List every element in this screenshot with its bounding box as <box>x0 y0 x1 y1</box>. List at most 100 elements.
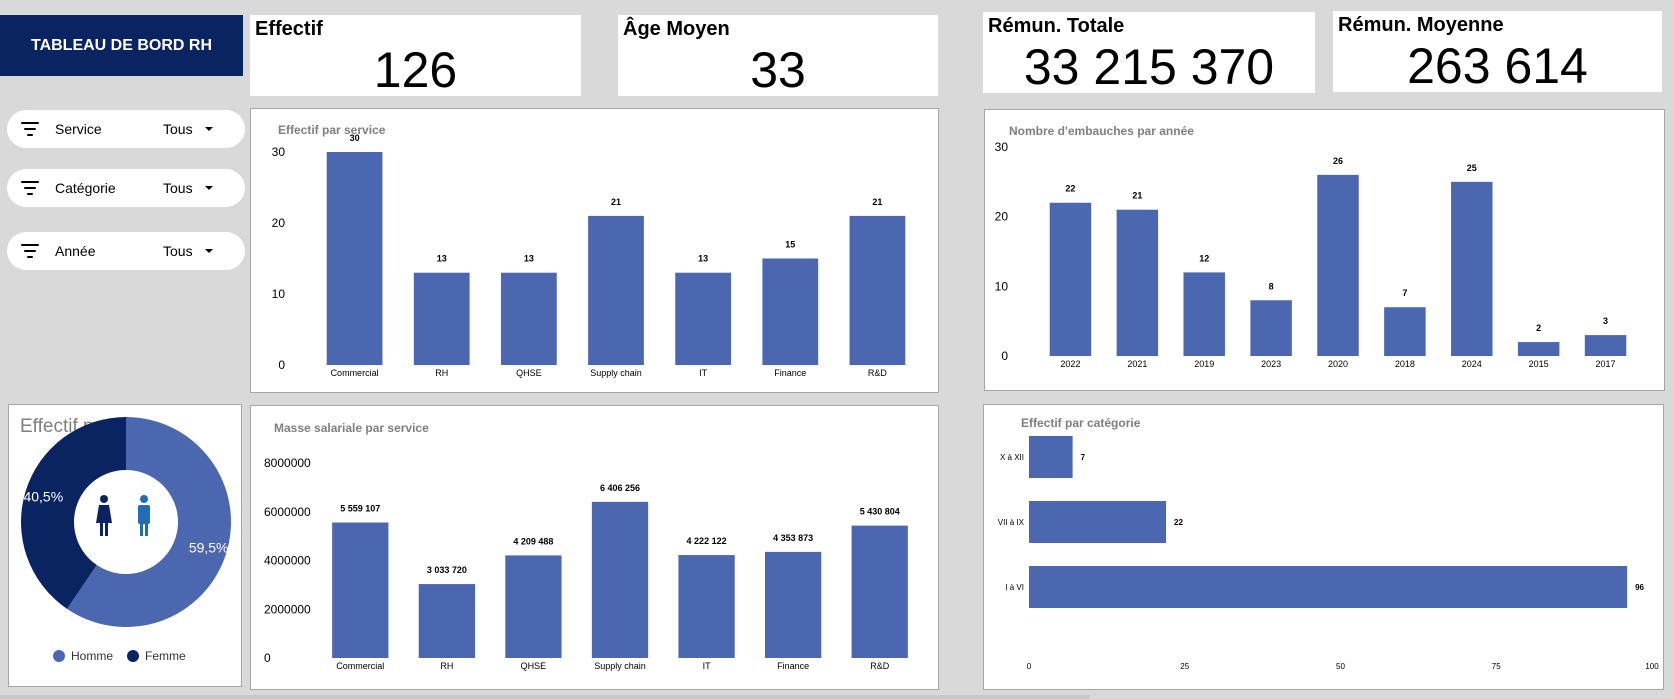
data-label: 21 <box>611 197 621 207</box>
x-tick-label: RH <box>440 661 453 671</box>
x-tick-label: IT <box>699 368 708 378</box>
data-label: 13 <box>698 254 708 264</box>
kpi-effectif-card: Effectif 126 <box>250 15 581 98</box>
kpi-remun-totale-label: Rémun. Totale <box>988 15 1125 37</box>
filter-icon <box>21 244 39 258</box>
y-tick-label: 30 <box>272 145 286 159</box>
data-label: 96 <box>1635 583 1644 592</box>
filter-categorie[interactable]: Catégorie Tous <box>7 169 245 207</box>
x-tick-label: 75 <box>1492 662 1501 671</box>
legend-marker-femme <box>127 650 139 662</box>
data-label: 26 <box>1333 156 1343 166</box>
bar-2017 <box>1584 335 1627 356</box>
bar-rh <box>418 584 475 658</box>
filter-service-value[interactable]: Tous <box>163 121 193 137</box>
bar-commercial <box>332 522 389 658</box>
data-label: 7 <box>1081 453 1086 462</box>
bar-2020 <box>1317 174 1359 356</box>
kpi-remun-totale-value: 33 215 370 <box>1023 39 1275 95</box>
legend-label-homme: Homme <box>71 649 113 663</box>
bar-x-xii <box>1029 436 1073 478</box>
kpi-age-card: Âge Moyen 33 <box>618 15 938 98</box>
bar-i-vi <box>1029 566 1628 608</box>
y-tick-label: 20 <box>272 216 286 230</box>
data-label: 5 559 107 <box>340 503 380 513</box>
chevron-down-icon[interactable] <box>205 127 213 131</box>
data-label: 7 <box>1402 288 1407 298</box>
y-tick-label: 0 <box>264 651 271 665</box>
y-tick-label: X à XII <box>1000 453 1024 462</box>
bar-vii-ix <box>1029 501 1167 543</box>
bar-finance <box>762 258 819 365</box>
x-tick-label: 25 <box>1180 662 1189 671</box>
horizontal-scrollbar[interactable] <box>0 695 1090 699</box>
chevron-down-icon[interactable] <box>205 249 213 253</box>
chart-embauches-annee: 0 10 20 30 22 2022 21 2021 12 2019 8 2023 26 2020 7 201… <box>995 140 1627 369</box>
y-tick-label: 4000000 <box>264 554 311 568</box>
data-label: 4 222 122 <box>687 536 727 546</box>
bar-it <box>678 555 735 658</box>
bar-supply-chain <box>591 501 649 658</box>
legend-marker-homme <box>53 650 65 662</box>
y-tick-label: VII à IX <box>998 518 1025 527</box>
kpi-remun-moyenne-card: Rémun. Moyenne 263 614 <box>1333 11 1662 94</box>
data-label: 5 430 804 <box>860 507 900 517</box>
x-tick-label: Supply chain <box>590 368 642 378</box>
data-label: 40,5% <box>23 489 63 505</box>
x-tick-label: Finance <box>777 661 809 671</box>
chart-effectif-service: 0 10 20 30 30 Commercial 13 RH 13 QHSE 21 Supply ch… <box>272 133 906 378</box>
bar-2021 <box>1116 209 1159 356</box>
chart-masse-salariale: 0 2000000 4000000 6000000 8000000 5 559 107 Co… <box>264 456 908 671</box>
kpi-effectif-value: 126 <box>373 42 458 98</box>
bar-r-d <box>851 525 908 658</box>
data-label: 13 <box>437 254 447 264</box>
kpi-remun-moyenne-label: Rémun. Moyenne <box>1338 14 1504 36</box>
filter-annee[interactable]: Année Tous <box>7 232 245 270</box>
bar-qhse <box>505 555 562 658</box>
y-tick-label: 0 <box>1001 349 1008 363</box>
chart-effectif-sexe-panel: Effectif par sexe 59,5%40,5%HommeFemme <box>8 404 242 687</box>
kpi-remun-moyenne-value: 263 614 <box>1407 38 1588 94</box>
bar-r-d <box>849 215 906 365</box>
y-tick-label: I à VI <box>1005 583 1024 592</box>
y-tick-label: 6000000 <box>264 505 311 519</box>
filter-icon <box>21 181 39 195</box>
legend-label-femme: Femme <box>145 649 186 663</box>
y-tick-label: 20 <box>995 210 1009 224</box>
y-tick-label: 10 <box>272 287 286 301</box>
filter-service[interactable]: Service Tous <box>7 110 245 148</box>
data-label: 15 <box>785 240 795 250</box>
chart-effectif-categorie-panel: Effectif par catégorie 0 25 50 75 100 7 X à XI… <box>983 404 1664 690</box>
kpi-effectif-label: Effectif <box>255 18 323 40</box>
x-tick-label: 100 <box>1645 662 1659 671</box>
filter-categorie-value[interactable]: Tous <box>163 180 193 196</box>
bar-rh <box>413 272 470 365</box>
filter-icon <box>21 122 39 136</box>
x-tick-label: Finance <box>774 368 806 378</box>
x-tick-label: 2018 <box>1395 359 1415 369</box>
data-label: 12 <box>1199 253 1209 263</box>
data-label: 6 406 256 <box>600 483 640 493</box>
bar-2015 <box>1517 342 1560 356</box>
man-icon <box>138 495 150 536</box>
data-label: 3 033 720 <box>427 565 467 575</box>
woman-icon <box>96 495 112 536</box>
kpi-age-label: Âge Moyen <box>623 18 730 40</box>
chart-effectif-sexe: 59,5% 40,5% Homme Femme <box>20 417 232 663</box>
data-label: 25 <box>1467 163 1477 173</box>
x-tick-label: 2022 <box>1060 359 1080 369</box>
y-tick-label: 8000000 <box>264 456 311 470</box>
bar-supply-chain <box>588 215 644 365</box>
chevron-down-icon[interactable] <box>205 186 213 190</box>
x-tick-label: QHSE <box>516 368 542 378</box>
x-tick-label: 2021 <box>1127 359 1147 369</box>
chart-embauches-panel: Nombre d'embauches par année 0 10 20 30 22 20… <box>984 109 1665 391</box>
x-tick-label: Supply chain <box>594 661 646 671</box>
y-tick-label: 2000000 <box>264 602 311 616</box>
data-label: 3 <box>1603 316 1608 326</box>
dashboard-title: TABLEAU DE BORD RH <box>0 15 243 76</box>
filter-annee-value[interactable]: Tous <box>163 243 193 259</box>
bar-2023 <box>1250 300 1292 356</box>
x-tick-label: 2017 <box>1596 359 1616 369</box>
x-tick-label: 0 <box>1027 662 1032 671</box>
